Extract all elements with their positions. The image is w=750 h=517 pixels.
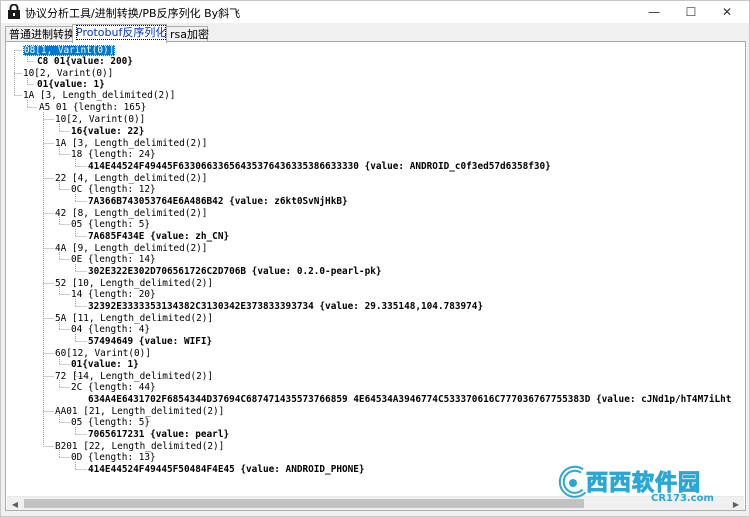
tab-label: Protobuf反序列化	[76, 25, 167, 40]
tree-node[interactable]: 72 [14, Length_delimited(2)]	[55, 371, 213, 382]
tree-node[interactable]: 0C {length: 12}	[71, 184, 156, 195]
tree-node[interactable]: 42 [8, Length_delimited(2)]	[55, 208, 207, 219]
title-bar: 协议分析工具/进制转换/PB反序列化 By斜飞 — ☐ ✕	[1, 1, 749, 23]
tree-node[interactable]: B201 [22, Length_delimited(2)]	[55, 441, 224, 452]
tree-node[interactable]: 01{value: 1}	[37, 79, 105, 90]
tree-node[interactable]: 7065617231 {value: pearl}	[88, 429, 229, 440]
tree-node[interactable]: 14 {length: 20}	[71, 289, 156, 300]
tree-node[interactable]: C8 01{value: 200}	[37, 56, 133, 67]
tree-node[interactable]: 05 {length: 5}	[71, 219, 150, 230]
scrollbar-thumb[interactable]	[24, 499, 584, 508]
tree-node[interactable]: 0D {length: 13}	[71, 452, 156, 463]
tree-node[interactable]: 22 [4, Length_delimited(2)]	[55, 173, 207, 184]
tree-node[interactable]: 18 {length: 24}	[71, 149, 156, 160]
watermark-url: CR173.com	[651, 493, 714, 504]
tree-node[interactable]: 32392E3333353134382C3130342E373833393734…	[88, 301, 483, 312]
watermark: 西西软件园 CR173.com	[556, 463, 736, 511]
tree-node[interactable]: 634A4E6431702F6854344D37694C687471435573…	[88, 394, 731, 405]
tree-node[interactable]: 4A [9, Length_delimited(2)]	[55, 243, 207, 254]
tree-node[interactable]: 1A [3, Length_delimited(2)]	[23, 90, 175, 101]
close-button[interactable]: ✕	[709, 1, 745, 23]
arrow-left-icon[interactable]: ◀	[7, 497, 23, 511]
tree-node[interactable]: 01{value: 1}	[71, 359, 139, 370]
tree-node[interactable]: 414E44524F49445F50484F4E45 {value: ANDRO…	[88, 464, 365, 475]
tree-node[interactable]: 10[2, Varint(0)]	[55, 114, 145, 125]
tree-node[interactable]: 7A685F434E {value: zh_CN}	[88, 231, 229, 242]
tree-node[interactable]: 52 [10, Length_delimited(2)]	[55, 278, 213, 289]
tab-label: rsa加密	[170, 28, 209, 41]
maximize-button[interactable]: ☐	[673, 1, 709, 23]
tree-node[interactable]: 414E44524F49445F633066336564353764363353…	[88, 161, 551, 172]
tab-label: 普通进制转换	[9, 28, 75, 41]
tree-node[interactable]: 16{value: 22}	[71, 126, 144, 137]
tree-node[interactable]: 7A366B743053764E6A486B42 {value: z6kt0Sv…	[88, 196, 348, 207]
tree-node[interactable]: 57494649 {value: WIFI}	[88, 336, 212, 347]
tree-node[interactable]: 2C {length: 44}	[71, 382, 156, 393]
tree-node[interactable]: 5A [11, Length_delimited(2)]	[55, 313, 213, 324]
tree-node[interactable]: 0E {length: 14}	[71, 254, 156, 265]
tree-node[interactable]: 04 {length: 4}	[71, 324, 150, 335]
tab-protobuf-deserialize[interactable]: Protobuf反序列化	[72, 24, 167, 43]
window-title: 协议分析工具/进制转换/PB反序列化 By斜飞	[25, 7, 241, 20]
protobuf-tree-view[interactable]: 08[1, Varint(0)] C8 01{value: 200} 10[2,…	[7, 43, 744, 494]
tab-panel: 08[1, Varint(0)] C8 01{value: 200} 10[2,…	[5, 41, 746, 511]
tree-node[interactable]: 60[12, Varint(0)]	[55, 348, 151, 359]
minimize-button[interactable]: —	[636, 1, 672, 23]
watermark-logo-icon	[558, 465, 587, 498]
tree-node[interactable]: 10[2, Varint(0)]	[23, 68, 113, 79]
tree-node[interactable]: AA01 [21, Length_delimited(2)]	[55, 406, 224, 417]
app-window: 协议分析工具/进制转换/PB反序列化 By斜飞 — ☐ ✕ 普通进制转换 Pro…	[0, 0, 750, 517]
tree-node[interactable]: 302E322E302D706561726C2D706B {value: 0.2…	[88, 266, 382, 277]
lock-app-icon	[8, 4, 20, 19]
tree-node[interactable]: A5 01 {length: 165}	[39, 102, 146, 113]
tree-node-selected[interactable]: 08[1, Varint(0)]	[23, 45, 116, 56]
tree-node[interactable]: 05 {length: 5}	[71, 417, 150, 428]
tree-node[interactable]: 1A [3, Length_delimited(2)]	[55, 138, 207, 149]
